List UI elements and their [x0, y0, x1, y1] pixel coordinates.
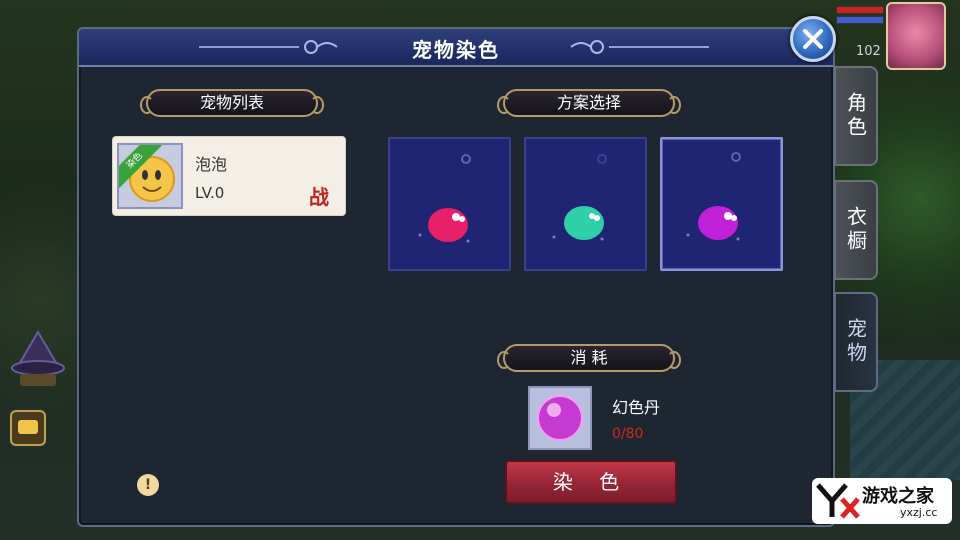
dye-pill-item[interactable]: [528, 386, 592, 450]
yx-logo-icon: [816, 483, 860, 519]
info-icon[interactable]: !: [137, 474, 159, 496]
player-level-number: 102: [856, 44, 881, 59]
pet-list-item[interactable]: 染色 泡泡 LV.0 战: [112, 136, 346, 216]
dye-button[interactable]: 染 色: [505, 460, 677, 504]
wizard-hat-icon[interactable]: [10, 330, 66, 388]
hp-bar: [836, 6, 884, 14]
magic-orb-icon: [537, 395, 583, 441]
site-logo: 游戏之家 yxzj.cc: [812, 478, 952, 524]
tab-pet[interactable]: 宠物: [834, 292, 878, 392]
scheme-select-label: 方案选择: [497, 89, 681, 117]
logo-url: yxzj.cc: [900, 506, 938, 519]
title-bar: 宠物染色: [79, 29, 833, 67]
blob-pet-icon: [552, 154, 607, 241]
cost-item-name: 幻色丹: [612, 398, 661, 417]
pet-level: LV.0: [195, 184, 225, 202]
scheme-option-2[interactable]: [524, 137, 647, 271]
scheme-option-1[interactable]: [388, 137, 511, 271]
window-title: 宠物染色: [412, 38, 500, 62]
title-ornament-right: [570, 40, 709, 54]
mp-bar: [836, 16, 884, 24]
pet-name: 泡泡: [195, 155, 228, 174]
pet-list-label: 宠物列表: [140, 89, 324, 117]
cost-item-count: 0/80: [612, 426, 644, 442]
cost-label: 消 耗: [497, 344, 681, 372]
scheme-option-3[interactable]: [660, 137, 783, 271]
tab-character[interactable]: 角色: [834, 66, 878, 166]
logo-text: 游戏之家: [862, 486, 934, 507]
chat-icon[interactable]: [10, 410, 46, 446]
blob-pet-icon: [686, 152, 741, 241]
close-icon: [803, 29, 823, 49]
battle-badge: 战: [309, 185, 329, 209]
player-avatar[interactable]: [886, 2, 946, 70]
close-button[interactable]: [790, 16, 836, 62]
pet-avatar: 染色: [117, 143, 183, 209]
blob-pet-icon: [418, 154, 471, 243]
tab-wardrobe[interactable]: 衣橱: [834, 180, 878, 280]
